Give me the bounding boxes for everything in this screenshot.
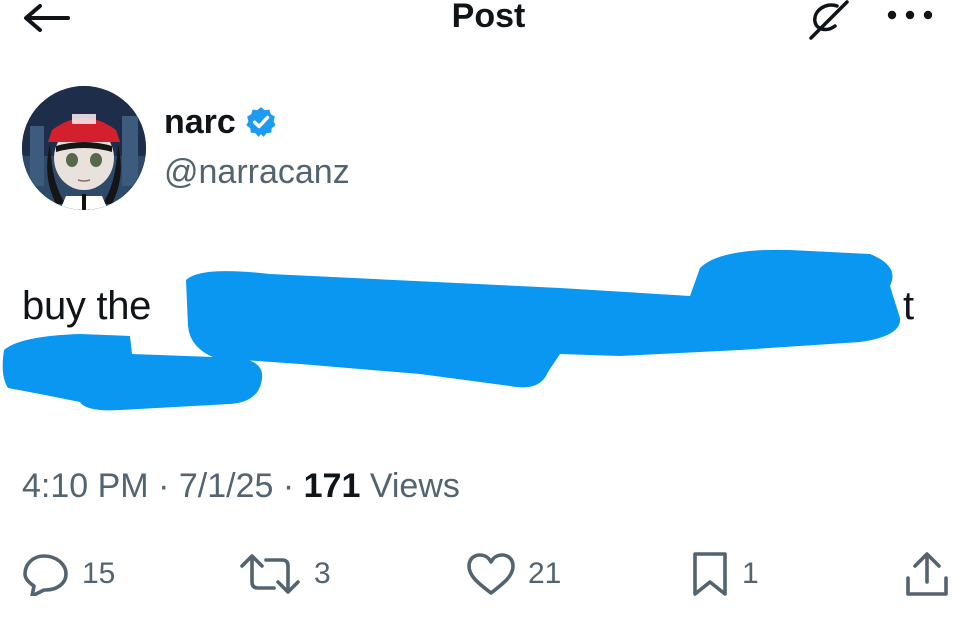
meta-separator: · xyxy=(158,467,170,505)
repost-icon xyxy=(240,554,300,594)
meta-separator: · xyxy=(282,467,295,505)
share-icon xyxy=(906,552,948,596)
author-name[interactable]: narc xyxy=(164,100,278,144)
author-name-text: narc xyxy=(164,103,236,141)
more-button[interactable] xyxy=(880,0,940,40)
views-label: Views xyxy=(369,467,460,505)
post-time: 4:10 PM xyxy=(22,467,149,505)
post-date: 7/1/25 xyxy=(178,467,274,505)
verified-badge-icon xyxy=(246,107,276,137)
grok-button[interactable] xyxy=(803,0,859,40)
share-button[interactable] xyxy=(904,548,950,600)
post-meta: 4:10 PM · 7/1/25 · 171 Views xyxy=(22,462,460,510)
author-handle[interactable]: @narracanz xyxy=(164,150,350,194)
repost-button[interactable]: 3 xyxy=(238,548,331,600)
reply-button[interactable]: 15 xyxy=(22,548,115,600)
like-count: 21 xyxy=(528,557,562,590)
views-count: 171 xyxy=(303,467,361,505)
bookmark-button[interactable]: 1 xyxy=(690,548,759,600)
more-icon xyxy=(887,10,933,20)
grok-icon xyxy=(809,0,849,40)
reply-count: 15 xyxy=(82,557,116,590)
like-button[interactable]: 21 xyxy=(466,548,561,600)
bookmark-count: 1 xyxy=(742,557,759,590)
avatar[interactable] xyxy=(22,86,146,210)
bookmark-icon xyxy=(693,552,727,596)
reply-icon xyxy=(23,554,68,596)
heart-icon xyxy=(467,553,515,595)
repost-count: 3 xyxy=(314,557,331,590)
avatar-image xyxy=(22,86,146,210)
redaction-scribble xyxy=(2,249,901,411)
